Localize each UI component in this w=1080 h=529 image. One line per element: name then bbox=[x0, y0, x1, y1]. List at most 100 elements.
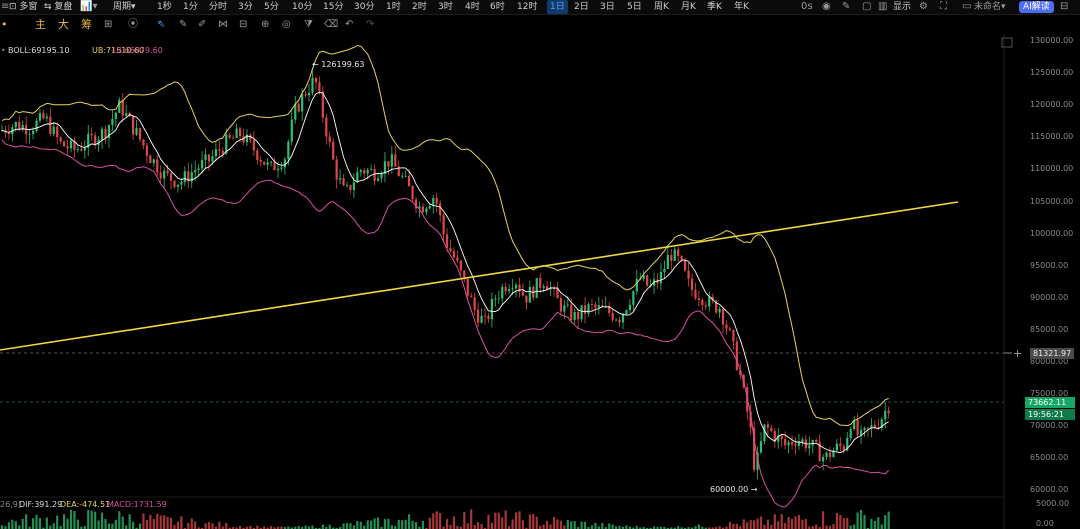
macd-bar bbox=[463, 511, 466, 529]
macd-bar bbox=[877, 517, 880, 529]
candle-body bbox=[42, 113, 45, 119]
candle-body bbox=[697, 298, 700, 300]
candle-body bbox=[276, 168, 280, 171]
macd-bar bbox=[546, 521, 549, 529]
macd-bar bbox=[7, 522, 10, 529]
macd-bar bbox=[511, 519, 514, 529]
macd-bar bbox=[749, 520, 752, 529]
macd-bar bbox=[759, 516, 763, 529]
add-alert-icon[interactable]: + bbox=[1013, 347, 1022, 360]
candle-body bbox=[390, 154, 393, 167]
candle-body bbox=[376, 178, 380, 181]
candle-body bbox=[345, 185, 349, 186]
macd-bar bbox=[176, 521, 180, 529]
macd-bar bbox=[770, 525, 773, 529]
candle-body bbox=[273, 161, 276, 171]
macd-bar bbox=[370, 520, 373, 529]
candle-body bbox=[183, 171, 186, 183]
candle-body bbox=[180, 182, 183, 185]
candle-body bbox=[528, 286, 531, 303]
macd-bar bbox=[411, 520, 414, 529]
macd-bar bbox=[514, 512, 518, 529]
candle-body bbox=[387, 161, 390, 167]
candle-body bbox=[625, 310, 628, 314]
price-chart[interactable] bbox=[0, 0, 1080, 529]
candle-body bbox=[690, 278, 694, 290]
macd-bar bbox=[138, 523, 142, 529]
candle-body bbox=[866, 427, 870, 429]
candle-body bbox=[370, 169, 373, 170]
price-tick-label: 105000.00 bbox=[1030, 196, 1074, 206]
candle-body bbox=[466, 278, 469, 296]
candle-body bbox=[784, 439, 787, 446]
candle-body bbox=[159, 172, 162, 179]
macd-bar bbox=[387, 518, 390, 529]
candle-body bbox=[69, 140, 73, 149]
macd-bar bbox=[414, 522, 418, 529]
macd-bar bbox=[801, 519, 804, 529]
macd-bar bbox=[111, 523, 114, 529]
candle-body bbox=[304, 94, 307, 96]
candle-body bbox=[311, 77, 314, 93]
candle-body bbox=[790, 442, 794, 445]
macd-bar bbox=[159, 515, 162, 529]
candle-body bbox=[401, 175, 404, 177]
candle-body bbox=[18, 122, 21, 130]
candle-body bbox=[815, 440, 818, 442]
candle-body bbox=[49, 116, 52, 135]
candle-body bbox=[35, 120, 38, 131]
macd-bar bbox=[528, 514, 531, 529]
candle-body bbox=[100, 128, 104, 140]
candle-body bbox=[425, 208, 428, 213]
macd-bar bbox=[218, 521, 221, 529]
macd-bar bbox=[90, 510, 93, 529]
candle-body bbox=[566, 304, 569, 306]
candle-body bbox=[104, 128, 107, 139]
candle-body bbox=[884, 410, 887, 420]
macd-bar bbox=[11, 519, 14, 529]
macd-bar bbox=[145, 520, 148, 529]
candle-body bbox=[508, 289, 511, 292]
price-tick-label: 85000.00 bbox=[1030, 324, 1069, 334]
candle-body bbox=[687, 270, 690, 279]
macd-bar bbox=[432, 513, 435, 529]
candle-body bbox=[725, 324, 728, 329]
macd-bar bbox=[73, 511, 76, 529]
low-value: 60000.00 bbox=[710, 485, 749, 494]
candle-body bbox=[287, 141, 290, 160]
macd-bar bbox=[835, 512, 838, 529]
candle-body bbox=[597, 305, 600, 308]
macd-bar bbox=[52, 523, 55, 529]
candle-body bbox=[176, 184, 180, 187]
candle-body bbox=[673, 249, 676, 261]
candle-body bbox=[142, 139, 145, 146]
candle-body bbox=[56, 126, 59, 138]
candle-body bbox=[490, 298, 493, 320]
macd-bar bbox=[477, 522, 480, 529]
macd-bar bbox=[66, 518, 69, 529]
candles bbox=[0, 71, 890, 480]
candle-body bbox=[887, 410, 890, 414]
candle-body bbox=[169, 173, 173, 181]
candle-body bbox=[759, 441, 763, 453]
candle-body bbox=[366, 169, 369, 174]
macd-bar bbox=[732, 523, 735, 529]
macd-bar bbox=[625, 525, 628, 529]
candle-body bbox=[473, 297, 476, 310]
candle-body bbox=[770, 427, 773, 432]
candle-body bbox=[76, 149, 79, 150]
trendline bbox=[0, 201, 959, 351]
macd-bar bbox=[490, 522, 493, 529]
candle-body bbox=[63, 141, 66, 147]
macd-bar bbox=[401, 520, 404, 529]
macd-bar bbox=[14, 521, 17, 529]
candle-body bbox=[842, 446, 845, 451]
macd-bar bbox=[18, 525, 21, 529]
candle-body bbox=[828, 452, 832, 457]
macd-bar bbox=[359, 521, 362, 529]
candle-body bbox=[594, 304, 597, 308]
macd-bar bbox=[125, 525, 128, 529]
macd-bar bbox=[169, 517, 173, 529]
high-annotation: ← 126199.63 bbox=[312, 60, 365, 69]
candle-body bbox=[849, 429, 852, 438]
